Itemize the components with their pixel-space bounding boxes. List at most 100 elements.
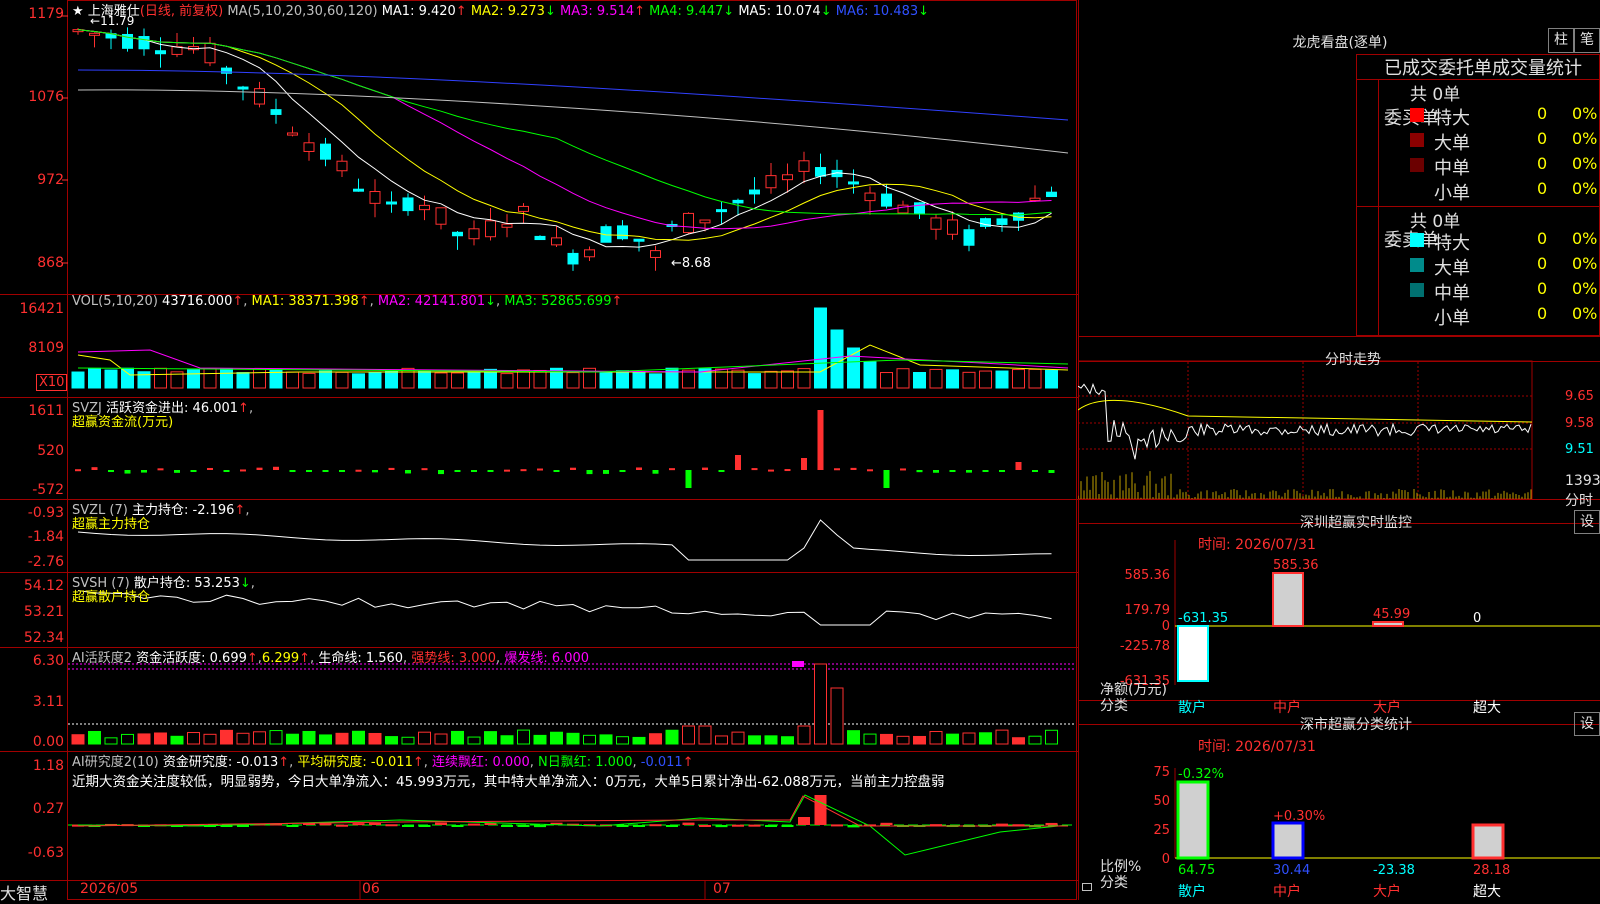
- sell-side-label: 委卖单: [1384, 230, 1438, 252]
- research-bar: [814, 795, 827, 825]
- candle-body: [650, 250, 661, 258]
- research-bar: [336, 824, 348, 827]
- class-axis-label: 25: [1153, 823, 1170, 838]
- activity-bar: [368, 732, 382, 745]
- sz-class-settings-button[interactable]: 设: [1574, 712, 1600, 736]
- activity-bar: [335, 732, 349, 745]
- buy-row-count: 0: [1537, 154, 1548, 173]
- svzj-axis-1: 1611: [28, 403, 64, 419]
- activity-bar: [649, 733, 662, 745]
- right-panels-area: 585.36179.790-225.78-631.35-631.35585.36…: [1078, 0, 1600, 900]
- volume-bar: [451, 372, 464, 389]
- fund-flow-bar: [603, 470, 609, 474]
- class-category: 中户: [1273, 883, 1301, 900]
- candle-body: [254, 88, 265, 105]
- class-top-label: -0.32%: [1178, 767, 1224, 782]
- buy-row-percent: 0%: [1572, 179, 1598, 198]
- candle-body: [287, 132, 298, 136]
- sz-monitor-xlabel: 分类: [1100, 698, 1128, 714]
- ma4-value: MA4: 9.447: [649, 4, 724, 19]
- fund-flow-bar: [636, 467, 642, 470]
- buy-row-label: 中单: [1434, 158, 1470, 179]
- activity-bar: [220, 729, 233, 745]
- low-marker: ←8.68: [671, 256, 711, 271]
- sell-row-percent: 0%: [1572, 304, 1598, 323]
- sell-row-count: 0: [1537, 279, 1548, 298]
- activity-bar: [830, 687, 844, 745]
- vol-axis-2: 8109: [28, 340, 64, 356]
- fund-flow-bar: [966, 470, 972, 473]
- class-value-label: 64.75: [1178, 863, 1215, 878]
- candle-body: [369, 191, 381, 204]
- candle-body: [353, 188, 364, 192]
- minute-title: 分时走势: [1325, 352, 1381, 368]
- volume-bar: [302, 372, 316, 389]
- volume-bar: [995, 370, 1009, 389]
- activity-bar: [121, 733, 134, 745]
- activity-bar: [1012, 737, 1025, 745]
- sell-row-percent: 0%: [1572, 279, 1598, 298]
- sell-swatch: [1410, 308, 1424, 322]
- activity-bar: [913, 735, 926, 745]
- buy-swatch: [1410, 183, 1424, 197]
- research-bar: [781, 825, 794, 827]
- sell-swatch: [1410, 233, 1424, 247]
- bar-mode-button[interactable]: 柱: [1548, 28, 1574, 53]
- monitor-value-label: 585.36: [1273, 558, 1319, 573]
- volume-bar: [913, 372, 926, 389]
- sz-monitor-settings-button[interactable]: 设: [1574, 510, 1600, 534]
- dragon-tabs[interactable]: 已成交委托单成交量统计: [1384, 54, 1582, 80]
- research-bar: [616, 825, 629, 827]
- buy-side-label: 委买单: [1384, 108, 1438, 130]
- class-bar: [1271, 821, 1305, 860]
- buy-row-label: 特大: [1434, 108, 1470, 129]
- activity-bar: [847, 730, 860, 745]
- activity-bar: [154, 732, 167, 745]
- activity-bar: [731, 731, 745, 745]
- activity-bar: [269, 730, 283, 745]
- research-bar: [798, 817, 810, 825]
- candle-body: [782, 174, 793, 181]
- candle-body: [485, 220, 496, 238]
- volume-bar: [385, 370, 398, 389]
- activity-bar: [764, 735, 778, 745]
- monitor-value-label: 0: [1473, 611, 1481, 626]
- svsh-axis-1: 54.12: [23, 578, 64, 594]
- research-bar: [517, 825, 530, 827]
- fund-flow-bar: [619, 470, 626, 472]
- activity-bar: [863, 733, 877, 745]
- fund-flow-bar: [916, 470, 923, 473]
- activity-bar: [253, 731, 266, 745]
- monitor-axis-label: 0: [1162, 619, 1170, 634]
- minute-vol-axis: 1393: [1565, 473, 1600, 489]
- fund-flow-bar: [108, 470, 114, 473]
- candle-body: [320, 143, 331, 160]
- fund-flow-bar: [586, 470, 593, 475]
- candle-body: [1029, 197, 1041, 202]
- fund-flow-bar: [487, 470, 494, 472]
- research-bar: [847, 825, 860, 828]
- xaxis-label-3: 07: [713, 881, 731, 897]
- ma-line: [77, 29, 1052, 248]
- monitor-category: 超大: [1473, 700, 1501, 716]
- fund-flow-bar: [372, 470, 378, 473]
- activity-bar: [550, 731, 563, 745]
- sz-class-title: 深市超赢分类统计: [1300, 717, 1412, 733]
- tick-mode-button[interactable]: 笔: [1574, 28, 1600, 53]
- activity-bar: [583, 734, 596, 745]
- fund-flow-bar: [718, 470, 725, 472]
- vol-header: VOL(5,10,20) 43716.000↑, MA1: 38371.398↑…: [72, 294, 623, 309]
- fund-flow-bar: [273, 466, 279, 470]
- minute-axis-1: 9.65: [1565, 389, 1594, 404]
- fund-flow-bar: [1032, 470, 1038, 472]
- dragon-title: 龙虎看盘(逐单): [1292, 35, 1388, 51]
- vol-unit-button[interactable]: X10: [36, 374, 68, 391]
- fund-flow-bar: [190, 470, 197, 472]
- fund-flow-bar: [834, 468, 840, 471]
- ma5-value: MA5: 10.074: [738, 4, 821, 19]
- candle-body: [452, 231, 463, 237]
- candle-body: [947, 219, 958, 235]
- candle-body: [435, 207, 447, 225]
- fund-flow-bar: [405, 470, 411, 474]
- activity-bar: [236, 732, 250, 745]
